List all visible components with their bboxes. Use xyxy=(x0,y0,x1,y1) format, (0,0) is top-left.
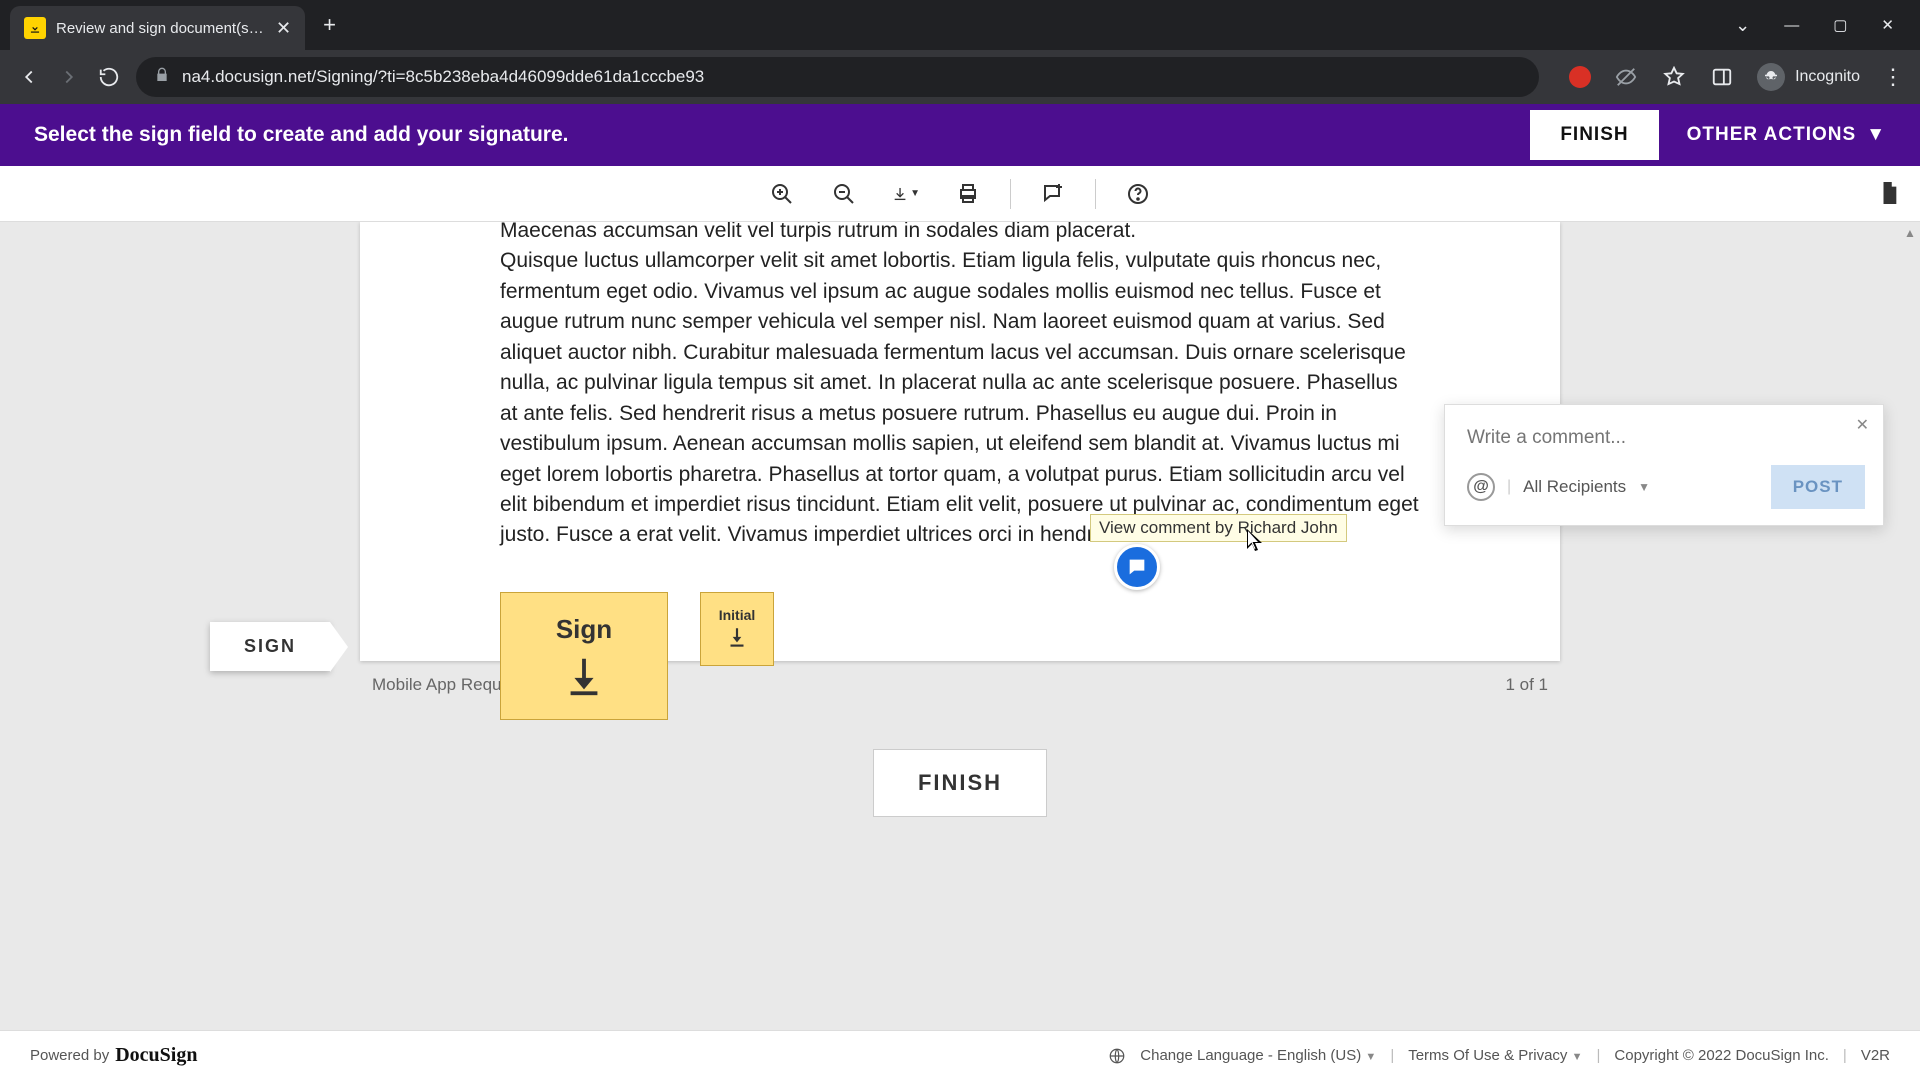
powered-by-label: Powered by xyxy=(30,1047,109,1064)
new-tab-button[interactable]: + xyxy=(323,12,336,38)
initial-field-label: Initial xyxy=(719,607,756,623)
download-icon[interactable]: ▼ xyxy=(892,180,920,208)
page-indicator: 1 of 1 xyxy=(1505,675,1548,695)
side-panel-icon[interactable] xyxy=(1709,64,1735,90)
chevron-down-icon: ▼ xyxy=(1866,124,1886,146)
document-toolbar: ▼ xyxy=(0,166,1920,222)
comment-input[interactable] xyxy=(1467,423,1865,465)
extension-icon[interactable] xyxy=(1569,66,1591,88)
document-page: Maecenas accumsan velit vel turpis rutru… xyxy=(360,222,1560,661)
browser-menu-icon[interactable]: ⋮ xyxy=(1882,64,1904,90)
print-icon[interactable] xyxy=(954,180,982,208)
window-controls: ⌄ — ▢ ✕ xyxy=(1735,15,1920,36)
other-actions-menu[interactable]: OTHER ACTIONS ▼ xyxy=(1687,124,1886,146)
recipients-label: All Recipients xyxy=(1523,477,1626,497)
language-selector[interactable]: Change Language - English (US) ▼ xyxy=(1140,1047,1376,1064)
chevron-down-icon: ▼ xyxy=(1638,480,1650,494)
minimize-icon[interactable]: — xyxy=(1784,15,1799,36)
url-bar[interactable]: na4.docusign.net/Signing/?ti=8c5b238eba4… xyxy=(136,57,1539,97)
sign-tab-label: SIGN xyxy=(244,636,296,656)
sign-here-tab[interactable]: SIGN xyxy=(210,622,330,671)
back-icon[interactable] xyxy=(16,64,42,90)
incognito-label: Incognito xyxy=(1795,68,1860,86)
paragraph: Maecenas accumsan velit vel turpis rutru… xyxy=(500,222,1420,246)
url-text: na4.docusign.net/Signing/?ti=8c5b238eba4… xyxy=(182,67,704,87)
zoom-out-icon[interactable] xyxy=(830,180,858,208)
browser-address-bar: na4.docusign.net/Signing/?ti=8c5b238eba4… xyxy=(0,50,1920,104)
version-text: V2R xyxy=(1861,1047,1890,1064)
globe-icon xyxy=(1108,1047,1126,1065)
maximize-icon[interactable]: ▢ xyxy=(1833,15,1847,36)
comment-tool-icon[interactable] xyxy=(1039,180,1067,208)
chevron-down-icon: ▼ xyxy=(1365,1051,1376,1063)
close-window-icon[interactable]: ✕ xyxy=(1881,15,1894,36)
initial-arrow-icon xyxy=(724,625,750,651)
initial-field[interactable]: Initial xyxy=(700,592,774,666)
comment-tooltip: View comment by Richard John xyxy=(1090,514,1347,542)
vertical-scrollbar[interactable]: ▲ xyxy=(1900,222,1920,1030)
document-panel-icon[interactable] xyxy=(1878,180,1900,211)
help-icon[interactable] xyxy=(1124,180,1152,208)
sign-field-label: Sign xyxy=(556,614,612,645)
reload-icon[interactable] xyxy=(96,64,122,90)
app-footer: Powered by DocuSign Change Language - En… xyxy=(0,1030,1920,1080)
comment-popover: ✕ @ | All Recipients ▼ POST xyxy=(1444,404,1884,526)
paragraph: Quisque luctus ullamcorper velit sit ame… xyxy=(500,246,1420,550)
sign-arrow-icon xyxy=(561,653,607,699)
post-button[interactable]: POST xyxy=(1771,465,1865,509)
forward-icon xyxy=(56,64,82,90)
browser-titlebar: Review and sign document(s) | D ✕ + ⌄ — … xyxy=(0,0,1920,50)
terms-link[interactable]: Terms Of Use & Privacy ▼ xyxy=(1408,1047,1582,1064)
bookmark-star-icon[interactable] xyxy=(1661,64,1687,90)
tab-title: Review and sign document(s) | D xyxy=(56,20,266,37)
finish-button[interactable]: FINISH xyxy=(1530,110,1658,160)
sign-field[interactable]: Sign xyxy=(500,592,668,720)
chat-bubble-icon xyxy=(1126,556,1148,578)
mouse-cursor-icon xyxy=(1246,528,1264,554)
finish-button-bottom[interactable]: FINISH xyxy=(873,749,1047,817)
instruction-banner: Select the sign field to create and add … xyxy=(0,104,1920,166)
docusign-logo: DocuSign xyxy=(115,1044,197,1067)
tab-favicon xyxy=(24,17,46,39)
close-popover-icon[interactable]: ✕ xyxy=(1856,415,1869,435)
lock-icon xyxy=(154,67,170,88)
tab-close-icon[interactable]: ✕ xyxy=(276,18,291,39)
other-actions-label: OTHER ACTIONS xyxy=(1687,124,1857,146)
document-viewer[interactable]: Maecenas accumsan velit vel turpis rutru… xyxy=(0,222,1920,1030)
comment-marker[interactable] xyxy=(1114,544,1160,590)
browser-tab[interactable]: Review and sign document(s) | D ✕ xyxy=(10,6,305,50)
download-caret-icon: ▼ xyxy=(910,188,920,199)
instruction-text: Select the sign field to create and add … xyxy=(34,123,568,147)
copyright-text: Copyright © 2022 DocuSign Inc. xyxy=(1614,1047,1829,1064)
incognito-badge[interactable]: Incognito xyxy=(1757,63,1860,91)
toolbar-separator xyxy=(1010,179,1011,209)
scroll-up-icon[interactable]: ▲ xyxy=(1904,222,1916,244)
chevron-down-icon: ▼ xyxy=(1572,1051,1583,1063)
incognito-eye-icon[interactable] xyxy=(1613,64,1639,90)
tab-search-icon[interactable]: ⌄ xyxy=(1735,15,1750,36)
incognito-avatar-icon xyxy=(1757,63,1785,91)
mention-icon: @ xyxy=(1467,473,1495,501)
recipients-selector[interactable]: @ | All Recipients ▼ xyxy=(1467,473,1650,501)
zoom-in-icon[interactable] xyxy=(768,180,796,208)
toolbar-separator xyxy=(1095,179,1096,209)
